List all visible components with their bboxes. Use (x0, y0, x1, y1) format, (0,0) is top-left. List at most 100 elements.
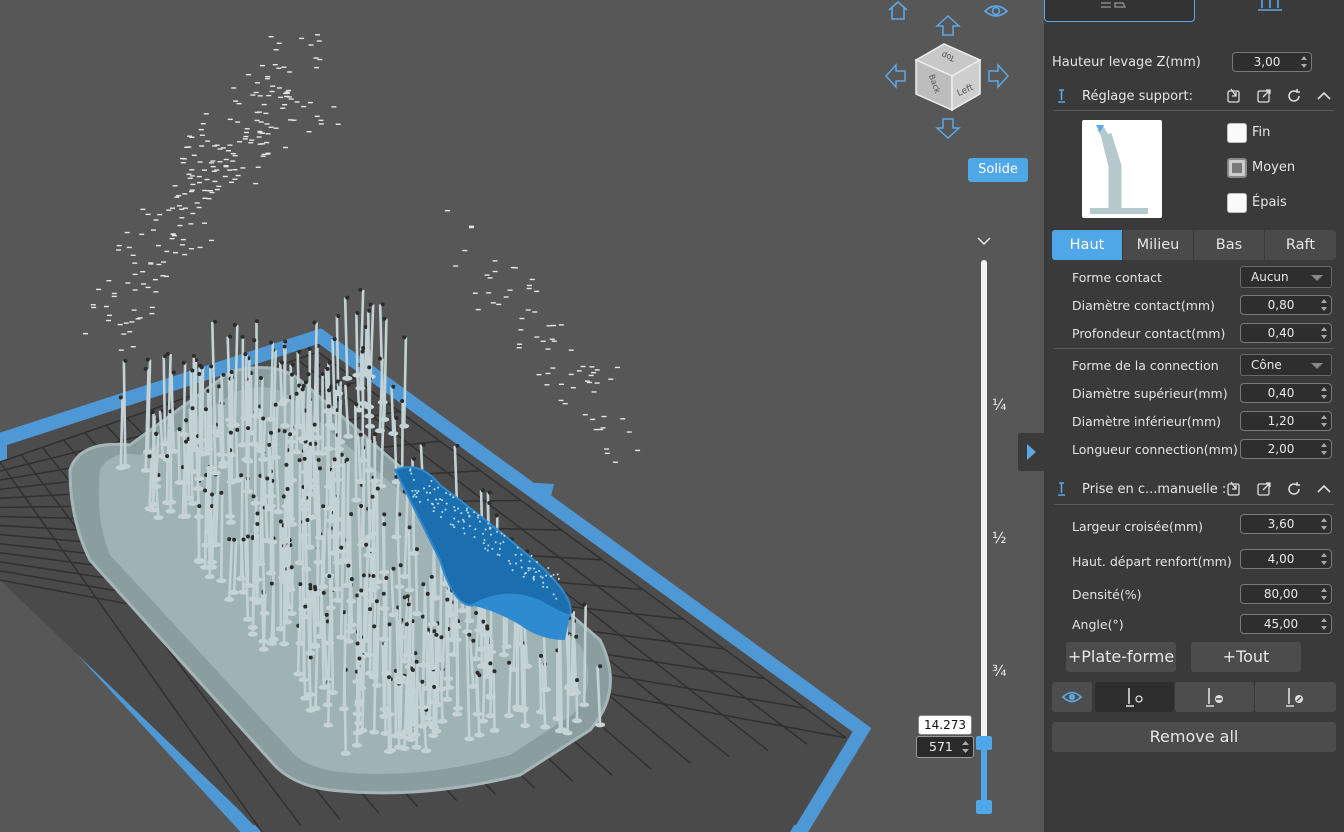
density-fine-checkbox[interactable] (1227, 123, 1247, 143)
support-tip (289, 565, 294, 570)
reset-icon[interactable] (1286, 88, 1302, 104)
slider-upper-handle[interactable] (976, 736, 992, 750)
support-tip (308, 655, 313, 660)
support-tip (487, 500, 492, 505)
support-tip (374, 599, 379, 604)
slider-collapse-icon[interactable] (976, 232, 992, 246)
home-icon[interactable] (884, 0, 912, 22)
support-tip (382, 522, 387, 527)
support-tip (387, 675, 392, 680)
model-point (507, 559, 510, 562)
import-icon[interactable] (1226, 481, 1242, 497)
slider-lower-handle[interactable] (976, 800, 992, 814)
add-support-tool-button[interactable] (1095, 682, 1174, 712)
density-thick-checkbox[interactable] (1227, 193, 1247, 213)
spin-arrows-icon[interactable] (1321, 386, 1328, 400)
toggle-visibility-button[interactable] (1052, 682, 1092, 712)
support-tip (425, 591, 430, 596)
arrow-down-icon[interactable] (934, 116, 962, 140)
support-tip (239, 473, 244, 478)
support-tip (123, 358, 128, 363)
contact-diameter-input[interactable]: 0,80 (1240, 295, 1332, 315)
add-platform-button[interactable]: +Plate-forme (1066, 642, 1176, 672)
connection-shape-select[interactable]: Cône (1240, 354, 1332, 376)
upper-diameter-value: 0,40 (1267, 386, 1295, 400)
spin-arrows-icon[interactable] (1321, 617, 1328, 631)
tab-supports[interactable] (1204, 0, 1344, 22)
slider-mark-quarter: ¼ (992, 396, 1007, 414)
solid-button[interactable]: Solide (968, 158, 1028, 182)
export-icon[interactable] (1256, 481, 1272, 497)
spin-arrows-icon[interactable] (1301, 55, 1308, 69)
model-point (452, 523, 455, 526)
support-pillar (314, 646, 319, 709)
contact-depth-input[interactable]: 0,40 (1240, 323, 1332, 343)
lift-height-input[interactable]: 3,00 (1232, 52, 1312, 72)
panel-toggle-button[interactable] (1018, 433, 1044, 471)
edit-support-tool-button[interactable] (1255, 682, 1336, 712)
support-pillar (209, 366, 213, 469)
add-all-button[interactable]: +Tout (1191, 642, 1301, 672)
support-tip (301, 383, 306, 388)
support-pillar (282, 496, 287, 582)
angle-input[interactable]: 45,00 (1240, 614, 1332, 634)
contact-shape-select[interactable]: Aucun (1240, 266, 1332, 288)
support-tip (313, 587, 318, 592)
support-tip (312, 320, 317, 325)
eye-icon[interactable] (982, 0, 1010, 22)
collapse-icon[interactable] (1316, 481, 1332, 497)
spin-arrows-icon[interactable] (1321, 587, 1328, 601)
spin-arrows-icon[interactable] (1321, 442, 1328, 456)
cross-width-input[interactable]: 3,60 (1240, 514, 1332, 534)
remove-support-tool-button[interactable] (1175, 682, 1254, 712)
lower-diameter-input[interactable]: 1,20 (1240, 411, 1332, 431)
density-medium-checkbox[interactable] (1227, 158, 1247, 178)
lower-diameter-label: Diamètre inférieur(mm) (1072, 414, 1222, 429)
tab-middle[interactable]: Milieu (1123, 230, 1193, 260)
tab-top[interactable]: Haut (1052, 230, 1122, 260)
3d-viewport[interactable]: Top Back Left Solide ¼ ½ ¾ 14.273 571 (0, 0, 1044, 832)
support-tip (232, 537, 237, 542)
connection-length-input[interactable]: 2,00 (1240, 439, 1332, 459)
layer-spin-arrows-icon[interactable] (962, 740, 969, 754)
model-point (454, 509, 457, 512)
spin-arrows-icon[interactable] (1321, 517, 1328, 531)
support-tip (177, 427, 182, 432)
arrow-left-icon[interactable] (884, 62, 908, 90)
scene-render[interactable] (0, 0, 1044, 832)
collapse-icon[interactable] (1316, 88, 1332, 104)
import-icon[interactable] (1226, 88, 1242, 104)
spin-arrows-icon[interactable] (1321, 414, 1328, 428)
support-tip (289, 372, 294, 377)
tab-model-settings[interactable] (1044, 0, 1195, 22)
spin-arrows-icon[interactable] (1321, 552, 1328, 566)
density-input[interactable]: 80,00 (1240, 584, 1332, 604)
support-pillar (538, 655, 543, 712)
view-cube[interactable]: Top Back Left (912, 38, 984, 114)
support-pillar (301, 389, 306, 439)
density-fine-label: Fin (1252, 125, 1271, 140)
export-icon[interactable] (1256, 88, 1272, 104)
support-tip (414, 547, 419, 552)
tab-raft[interactable]: Raft (1265, 230, 1336, 260)
layer-slider-track[interactable] (981, 260, 987, 810)
model-point (533, 567, 536, 570)
support-diagram-icon (1090, 125, 1148, 214)
arrow-right-icon[interactable] (986, 62, 1010, 90)
support-pillar (162, 356, 167, 444)
spin-arrows-icon[interactable] (1321, 326, 1328, 340)
brace-start-input[interactable]: 4,00 (1240, 549, 1332, 569)
arrow-up-icon[interactable] (934, 14, 962, 38)
support-tip (420, 679, 425, 684)
model-point (437, 502, 440, 505)
spin-arrows-icon[interactable] (1321, 298, 1328, 312)
support-tip (278, 519, 283, 524)
layer-input[interactable]: 571 (916, 736, 974, 758)
reset-icon[interactable] (1286, 481, 1302, 497)
support-tip (361, 573, 366, 578)
tab-bottom[interactable]: Bas (1194, 230, 1264, 260)
upper-diameter-input[interactable]: 0,40 (1240, 383, 1332, 403)
support-tip (332, 457, 337, 462)
remove-all-button[interactable]: Remove all (1052, 722, 1336, 752)
support-tip (327, 360, 332, 365)
